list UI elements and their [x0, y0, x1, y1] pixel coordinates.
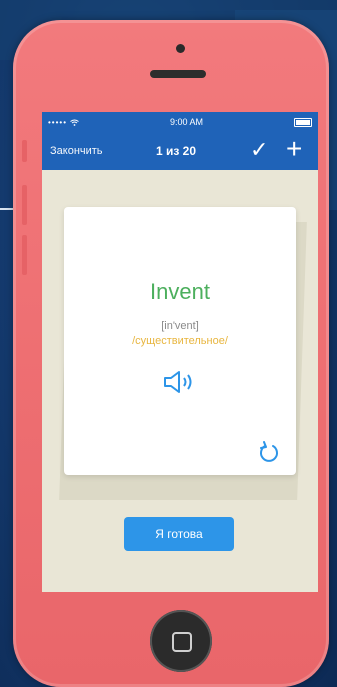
home-square-icon [172, 632, 192, 652]
signal-dots: ••••• [48, 117, 68, 127]
nav-bar: Закончить 1 из 20 ✓ + [42, 132, 318, 170]
checkmark-icon[interactable]: ✓ [250, 139, 268, 161]
front-camera [176, 44, 185, 53]
card-part-of-speech: /существительное/ [132, 335, 228, 347]
wifi-icon [70, 119, 79, 126]
ready-button[interactable]: Я готова [124, 517, 234, 551]
card-word: Invent [150, 279, 210, 304]
card-transcription: [in'vent] [161, 320, 199, 332]
card-counter: 1 из 20 [156, 144, 197, 158]
speaker-icon[interactable] [162, 370, 198, 394]
home-button[interactable] [150, 610, 212, 672]
status-time: 9:00 AM [169, 117, 204, 127]
status-bar: ••••• 9:00 AM [42, 112, 318, 132]
app-screen: ••••• 9:00 AM Закончить 1 из 20 ✓ + Inve… [42, 112, 318, 592]
mute-switch [22, 140, 27, 162]
battery-icon [293, 117, 312, 127]
volume-down-button [22, 235, 27, 275]
signal-indicator: ••••• [48, 118, 79, 127]
finish-button[interactable]: Закончить [50, 145, 103, 157]
reload-icon[interactable] [258, 441, 280, 463]
volume-up-button [22, 185, 27, 225]
flash-card[interactable]: Invent [in'vent] /существительное/ [64, 207, 296, 475]
plus-icon[interactable]: + [286, 135, 302, 163]
earpiece-speaker [150, 70, 206, 78]
